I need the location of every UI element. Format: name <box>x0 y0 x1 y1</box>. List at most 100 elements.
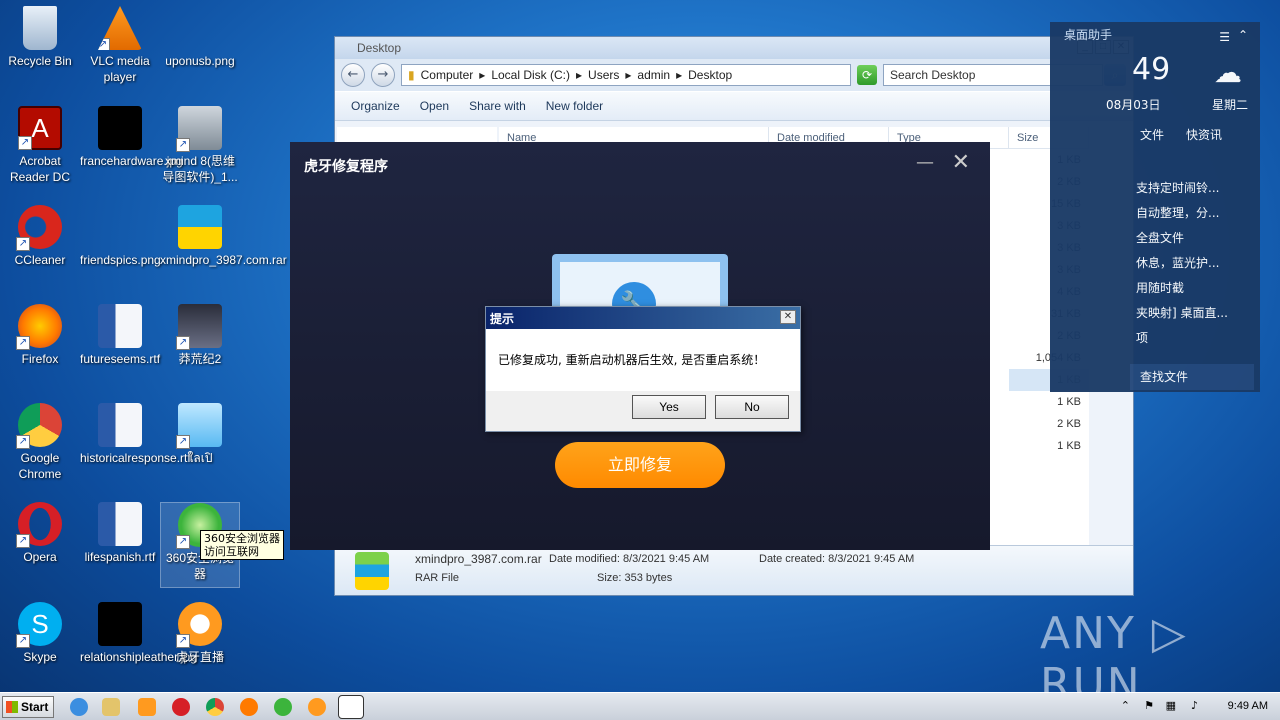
desktop-icon-firefox[interactable]: ↗ Firefox <box>0 304 80 367</box>
start-button[interactable]: Start <box>2 696 54 718</box>
desktop-icon-xmind-installer[interactable]: ↗ xmind 8(思维导图软件)_1... <box>160 106 240 185</box>
360-browser-icon[interactable] <box>274 698 292 716</box>
shortcut-arrow-icon: ↗ <box>16 237 30 251</box>
widget-time: 49 <box>1132 52 1171 87</box>
breadcrumb-admin[interactable]: admin <box>637 68 670 82</box>
desktop-icon-vlc[interactable]: ↗ VLC media player <box>80 6 160 85</box>
chrome-icon[interactable] <box>206 698 224 716</box>
forward-button[interactable]: → <box>371 63 395 87</box>
find-files-button[interactable]: 查找文件 <box>1130 364 1254 390</box>
desktop-icon-friendspics[interactable]: friendspics.png <box>80 205 161 268</box>
image-viewer-icon: ↗ <box>176 403 222 449</box>
address-bar[interactable]: ▮ Computer ▸ Local Disk (C:) ▸ Users ▸ admi… <box>401 64 851 86</box>
explorer-icon[interactable] <box>102 698 120 716</box>
widget-tab-files[interactable]: 文件 <box>1140 126 1164 143</box>
share-with-button[interactable]: Share with <box>469 99 526 113</box>
breadcrumb-users[interactable]: Users <box>588 68 619 82</box>
no-button[interactable]: No <box>715 395 789 419</box>
huya-icon[interactable] <box>308 698 326 716</box>
explorer-titlebar[interactable]: Desktop _ □ ✕ <box>335 37 1133 59</box>
repair-now-button[interactable]: 立即修复 <box>555 442 725 488</box>
widget-item[interactable]: 全盘文件 <box>1050 226 1260 251</box>
minimize-icon[interactable]: — <box>916 152 934 173</box>
ie-icon[interactable] <box>70 698 88 716</box>
desktop-icon-thai-image[interactable]: ↗ ใลเปิ <box>160 403 240 466</box>
dialog-close-button[interactable]: ✕ <box>780 310 796 324</box>
acrobat-icon: A ↗ <box>18 106 62 150</box>
recycle-bin-icon <box>23 6 57 50</box>
desktop-icon-recycle-bin[interactable]: Recycle Bin <box>0 6 80 69</box>
desktop-icon-opera[interactable]: ↗ Opera <box>0 502 80 565</box>
desktop-icon-manghuangji[interactable]: ↗ 莽荒纪2 <box>160 304 240 367</box>
installer-icon: ↗ <box>176 106 222 152</box>
desktop-icon-skype[interactable]: S ↗ Skype <box>0 602 80 665</box>
shortcut-arrow-icon: ↗ <box>176 634 190 648</box>
shortcut-arrow-icon: ↗ <box>98 38 110 50</box>
volume-icon[interactable]: ♪ <box>1191 699 1198 712</box>
back-button[interactable]: ← <box>341 63 365 87</box>
chrome-icon: ↗ <box>16 403 62 449</box>
dialog-titlebar[interactable]: 提示 ✕ <box>486 307 800 329</box>
refresh-icon[interactable]: ⟳ <box>857 65 877 85</box>
details-type: RAR File <box>415 572 460 584</box>
explorer-title: Desktop <box>357 41 402 55</box>
breadcrumb-local-disk[interactable]: Local Disk (C:) <box>491 68 570 82</box>
desktop-icon-uponusb[interactable]: uponusb.png <box>160 6 240 69</box>
desktop-icon-lifespanish[interactable]: lifespanish.rtf <box>80 502 160 565</box>
desktop-icon-futureseems[interactable]: futureseems.rtf <box>80 304 160 367</box>
opera-icon[interactable] <box>172 698 190 716</box>
shortcut-arrow-icon: ↗ <box>16 634 30 648</box>
close-icon[interactable]: ✕ <box>952 150 970 175</box>
vlc-icon: ↗ <box>98 6 142 50</box>
desktop-icon-acrobat[interactable]: A ↗ Acrobat Reader DC <box>0 106 80 185</box>
image-file-icon <box>98 205 142 249</box>
menu-icon[interactable]: ☰ <box>1219 30 1230 44</box>
widget-item[interactable]: 自动整理，分... <box>1050 201 1260 226</box>
firefox-icon[interactable] <box>240 698 258 716</box>
widget-item[interactable]: 夹映射] 桌面直... <box>1050 301 1260 326</box>
huya-icon: ↗ <box>176 602 222 648</box>
address-row: ← → ▮ Computer ▸ Local Disk (C:) ▸ Users ▸ … <box>335 59 1133 91</box>
details-created: Date created: 8/3/2021 9:45 AM <box>759 553 915 565</box>
shortcut-arrow-icon: ↗ <box>16 435 30 449</box>
details-pane: xmindpro_3987.com.rar Date modified: 8/3… <box>335 545 1133 595</box>
desktop-icon-ccleaner[interactable]: ↗ CCleaner <box>0 205 80 268</box>
file-size-cell[interactable]: 1 KB <box>1009 435 1089 457</box>
desktop-icon-chrome[interactable]: ↗ Google Chrome <box>0 403 80 482</box>
widget-item[interactable]: 休息，蓝光护... <box>1050 251 1260 276</box>
new-folder-button[interactable]: New folder <box>546 99 603 113</box>
widget-item[interactable]: 支持定时闹铃... <box>1050 176 1260 201</box>
widget-item[interactable]: 项 <box>1050 326 1260 351</box>
repair-app-taskbar-icon[interactable] <box>338 695 364 719</box>
file-size-cell[interactable]: 2 KB <box>1009 413 1089 435</box>
file-size-cell[interactable]: 1 KB <box>1009 391 1089 413</box>
image-thumbnail-icon <box>98 106 142 150</box>
organize-button[interactable]: Organize <box>351 99 400 113</box>
media-player-icon[interactable] <box>138 698 156 716</box>
clock[interactable]: 9:49 AM <box>1228 700 1268 712</box>
breadcrumb-computer[interactable]: Computer <box>421 68 474 82</box>
explorer-toolbar: Organize Open Share with New folder <box>335 91 1133 121</box>
tray-expand-icon[interactable]: ⌃ <box>1121 699 1130 712</box>
desktop-icon-francehardware[interactable]: francehardware.jpg <box>80 106 183 169</box>
desktop-icon-huya-live[interactable]: ↗ 虎牙直播 <box>160 602 240 665</box>
open-button[interactable]: Open <box>420 99 449 113</box>
shortcut-arrow-icon: ↗ <box>176 535 190 549</box>
network-icon[interactable]: ▦ <box>1166 699 1176 712</box>
shortcut-arrow-icon: ↗ <box>176 138 190 152</box>
word-document-icon <box>98 403 142 447</box>
widget-item[interactable]: 用随时截 <box>1050 276 1260 301</box>
word-document-icon <box>98 502 142 546</box>
desktop-icon-relationshipleather[interactable]: relationshipleather.jpg <box>80 602 197 665</box>
details-size: Size: 353 bytes <box>597 572 673 584</box>
dialog-message: 已修复成功, 重新启动机器后生效, 是否重启系统！ <box>486 329 800 391</box>
desktop-icon-xmindpro-rar[interactable]: xmindpro_3987.com.rar <box>160 205 287 268</box>
taskbar: Start ⌃ ⚑ ▦ ♪ 9:49 AM <box>0 692 1280 720</box>
yes-button[interactable]: Yes <box>632 395 706 419</box>
details-filename: xmindpro_3987.com.rar <box>415 552 542 566</box>
widget-tab-news[interactable]: 快资讯 <box>1186 126 1222 143</box>
collapse-icon[interactable]: ⌃ <box>1238 28 1248 42</box>
action-center-icon[interactable]: ⚑ <box>1144 699 1154 712</box>
desktop-icon-historicalresponse[interactable]: historicalresponse.rtf <box>80 403 191 466</box>
breadcrumb-desktop[interactable]: Desktop <box>688 68 732 82</box>
